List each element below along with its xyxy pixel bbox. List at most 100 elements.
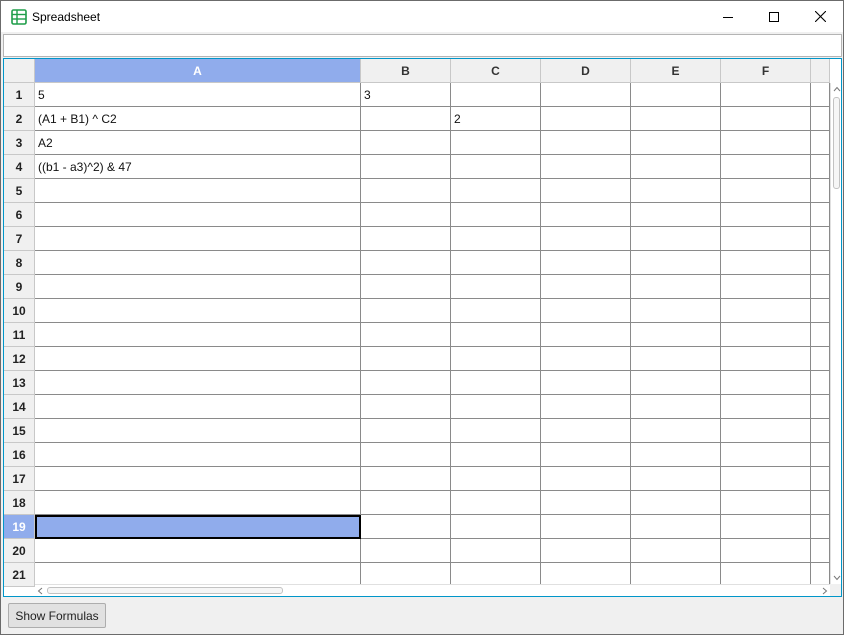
cell-d9[interactable] (541, 275, 631, 299)
cell-c3[interactable] (451, 131, 541, 155)
cell-c14[interactable] (451, 395, 541, 419)
cell-a6[interactable] (35, 203, 361, 227)
row-header-2[interactable]: 2 (4, 107, 35, 131)
cell-d3[interactable] (541, 131, 631, 155)
row-header-3[interactable]: 3 (4, 131, 35, 155)
cell-b1[interactable]: 3 (361, 83, 451, 107)
column-header-a[interactable]: A (35, 59, 361, 83)
cell-d13[interactable] (541, 371, 631, 395)
cell-overflow[interactable] (811, 491, 830, 515)
cell-c19[interactable] (451, 515, 541, 539)
cell-f3[interactable] (721, 131, 811, 155)
cell-b3[interactable] (361, 131, 451, 155)
cell-e7[interactable] (631, 227, 721, 251)
row-header-20[interactable]: 20 (4, 539, 35, 563)
vertical-scroll-thumb[interactable] (833, 97, 840, 189)
cell-f6[interactable] (721, 203, 811, 227)
cell-b12[interactable] (361, 347, 451, 371)
row-header-15[interactable]: 15 (4, 419, 35, 443)
cell-overflow[interactable] (811, 515, 830, 539)
cell-a10[interactable] (35, 299, 361, 323)
cell-b19[interactable] (361, 515, 451, 539)
cell-overflow[interactable] (811, 275, 830, 299)
row-header-16[interactable]: 16 (4, 443, 35, 467)
row-header-14[interactable]: 14 (4, 395, 35, 419)
cell-c5[interactable] (451, 179, 541, 203)
cell-f4[interactable] (721, 155, 811, 179)
cell-c15[interactable] (451, 419, 541, 443)
cell-c17[interactable] (451, 467, 541, 491)
cell-overflow[interactable] (811, 227, 830, 251)
cell-a20[interactable] (35, 539, 361, 563)
cell-overflow[interactable] (811, 419, 830, 443)
cell-b6[interactable] (361, 203, 451, 227)
cell-f16[interactable] (721, 443, 811, 467)
cell-d17[interactable] (541, 467, 631, 491)
horizontal-scroll-thumb[interactable] (47, 587, 283, 594)
maximize-button[interactable] (751, 1, 797, 32)
cell-f13[interactable] (721, 371, 811, 395)
cell-e2[interactable] (631, 107, 721, 131)
row-header-8[interactable]: 8 (4, 251, 35, 275)
column-header-c[interactable]: C (451, 59, 541, 83)
cell-d19[interactable] (541, 515, 631, 539)
cell-overflow[interactable] (811, 203, 830, 227)
cell-d15[interactable] (541, 419, 631, 443)
cell-b13[interactable] (361, 371, 451, 395)
cell-b15[interactable] (361, 419, 451, 443)
column-header-f[interactable]: F (721, 59, 811, 83)
cell-a7[interactable] (35, 227, 361, 251)
row-header-9[interactable]: 9 (4, 275, 35, 299)
cell-a19[interactable] (35, 515, 361, 539)
cell-overflow[interactable] (811, 371, 830, 395)
title-bar[interactable]: Spreadsheet (1, 1, 843, 32)
cell-f18[interactable] (721, 491, 811, 515)
minimize-button[interactable] (705, 1, 751, 32)
show-formulas-button[interactable]: Show Formulas (8, 603, 106, 628)
cell-e10[interactable] (631, 299, 721, 323)
row-header-1[interactable]: 1 (4, 83, 35, 107)
cell-e11[interactable] (631, 323, 721, 347)
cell-e3[interactable] (631, 131, 721, 155)
cell-c1[interactable] (451, 83, 541, 107)
cell-overflow[interactable] (811, 131, 830, 155)
cell-b8[interactable] (361, 251, 451, 275)
cell-a11[interactable] (35, 323, 361, 347)
cell-overflow[interactable] (811, 299, 830, 323)
cell-f7[interactable] (721, 227, 811, 251)
row-header-12[interactable]: 12 (4, 347, 35, 371)
cell-e17[interactable] (631, 467, 721, 491)
cell-a14[interactable] (35, 395, 361, 419)
row-header-10[interactable]: 10 (4, 299, 35, 323)
cell-f9[interactable] (721, 275, 811, 299)
cell-overflow[interactable] (811, 155, 830, 179)
cell-e14[interactable] (631, 395, 721, 419)
cell-c12[interactable] (451, 347, 541, 371)
cell-b10[interactable] (361, 299, 451, 323)
cell-c7[interactable] (451, 227, 541, 251)
column-header-e[interactable]: E (631, 59, 721, 83)
cell-overflow[interactable] (811, 539, 830, 563)
cell-b18[interactable] (361, 491, 451, 515)
cell-d14[interactable] (541, 395, 631, 419)
cell-a18[interactable] (35, 491, 361, 515)
cell-e1[interactable] (631, 83, 721, 107)
cell-f19[interactable] (721, 515, 811, 539)
cell-b20[interactable] (361, 539, 451, 563)
cell-e13[interactable] (631, 371, 721, 395)
cell-e4[interactable] (631, 155, 721, 179)
cell-a16[interactable] (35, 443, 361, 467)
cell-c4[interactable] (451, 155, 541, 179)
cell-overflow[interactable] (811, 251, 830, 275)
cell-c9[interactable] (451, 275, 541, 299)
cell-a2[interactable]: (A1 + B1) ^ C2 (35, 107, 361, 131)
cell-overflow[interactable] (811, 179, 830, 203)
row-header-11[interactable]: 11 (4, 323, 35, 347)
cell-a15[interactable] (35, 419, 361, 443)
cell-a17[interactable] (35, 467, 361, 491)
row-header-5[interactable]: 5 (4, 179, 35, 203)
scroll-right-icon[interactable] (820, 586, 830, 596)
cell-b14[interactable] (361, 395, 451, 419)
cell-e8[interactable] (631, 251, 721, 275)
cell-a1[interactable]: 5 (35, 83, 361, 107)
